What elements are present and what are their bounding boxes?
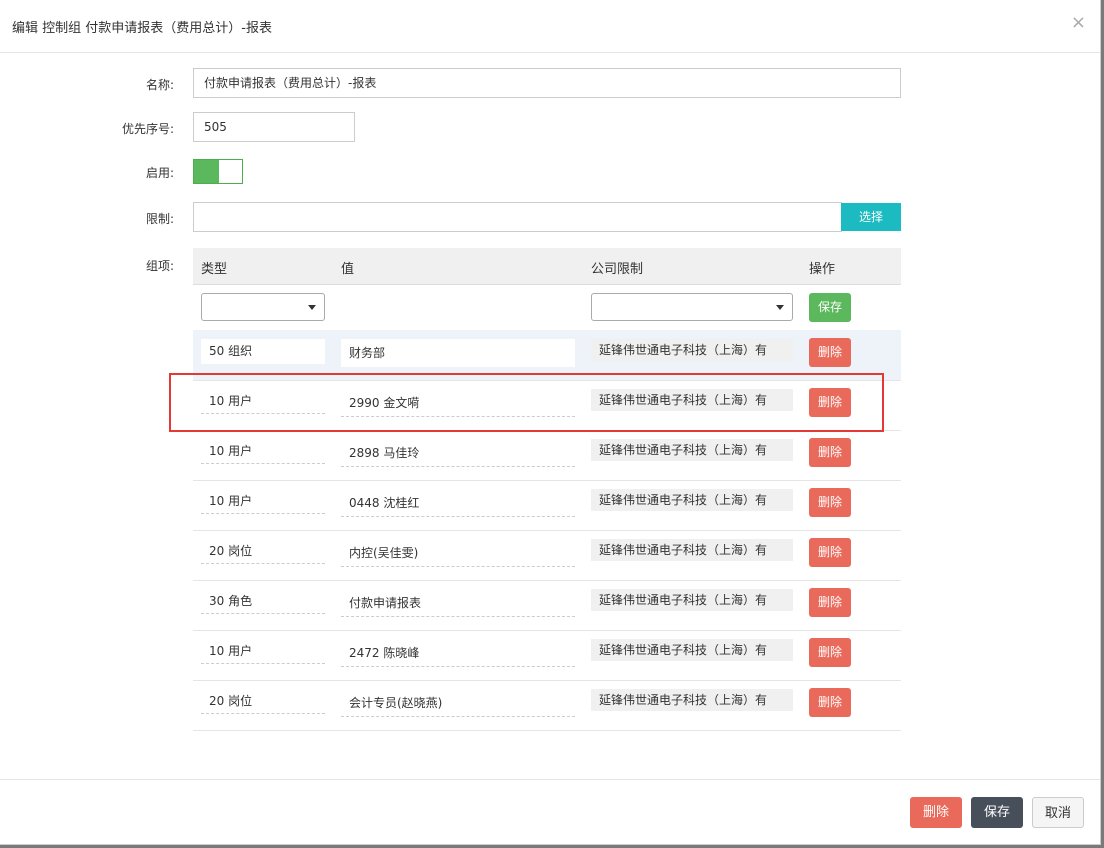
- restrict-label: 限制:: [145, 212, 174, 226]
- table-row: 10 用户 2472 陈晓峰 延锋伟世通电子科技（上海）有 删除: [193, 630, 901, 681]
- row-type[interactable]: 20 岗位: [201, 689, 325, 714]
- dialog-header: 编辑 控制组 付款申请报表（费用总计）-报表 ×: [0, 0, 1100, 53]
- delete-row-button[interactable]: 删除: [809, 338, 851, 367]
- delete-row-button[interactable]: 删除: [809, 638, 851, 667]
- new-row-save-button[interactable]: 保存: [809, 293, 851, 322]
- toggle-on-fill: [194, 160, 219, 183]
- priority-label: 优先序号:: [121, 122, 174, 136]
- new-type-select[interactable]: [201, 293, 325, 321]
- row-company[interactable]: 延锋伟世通电子科技（上海）有: [591, 589, 793, 611]
- row-value[interactable]: 0448 沈桂红: [341, 489, 575, 517]
- dialog-title: 编辑 控制组 付款申请报表（费用总计）-报表: [12, 21, 272, 36]
- row-company[interactable]: 延锋伟世通电子科技（上海）有: [591, 639, 793, 661]
- row-value[interactable]: 内控(吴佳雯): [341, 539, 575, 567]
- row-type[interactable]: 10 用户: [201, 639, 325, 664]
- enabled-label: 启用:: [145, 166, 174, 180]
- delete-row-button[interactable]: 删除: [809, 488, 851, 517]
- priority-field[interactable]: 505: [193, 112, 355, 142]
- table-row: 20 岗位 会计专员(赵晓燕) 延锋伟世通电子科技（上海）有 删除: [193, 680, 901, 731]
- items-label: 组项:: [145, 259, 174, 273]
- row-type[interactable]: 10 用户: [201, 439, 325, 464]
- chevron-down-icon: [776, 305, 784, 310]
- cancel-button[interactable]: 取消: [1032, 797, 1084, 828]
- row-company[interactable]: 延锋伟世通电子科技（上海）有: [591, 489, 793, 511]
- row-value[interactable]: 财务部: [341, 339, 575, 367]
- select-button[interactable]: 选择: [841, 203, 901, 231]
- restrict-field[interactable]: [193, 202, 842, 232]
- dialog-footer: 删除 保存 取消: [0, 779, 1100, 845]
- row-type[interactable]: 20 岗位: [201, 539, 325, 564]
- row-value[interactable]: 2472 陈晓峰: [341, 639, 575, 667]
- delete-row-button[interactable]: 删除: [809, 438, 851, 467]
- row-type[interactable]: 10 用户: [201, 489, 325, 514]
- name-label: 名称:: [145, 78, 174, 92]
- table-row: 10 用户 0448 沈桂红 延锋伟世通电子科技（上海）有 删除: [193, 480, 901, 531]
- row-company[interactable]: 延锋伟世通电子科技（上海）有: [591, 689, 793, 711]
- row-value[interactable]: 2898 马佳玲: [341, 439, 575, 467]
- delete-row-button[interactable]: 删除: [809, 538, 851, 567]
- chevron-down-icon: [308, 305, 316, 310]
- new-company-select[interactable]: [591, 293, 793, 321]
- delete-button[interactable]: 删除: [910, 797, 962, 828]
- table-row: 10 用户 2898 马佳玲 延锋伟世通电子科技（上海）有 删除: [193, 430, 901, 481]
- highlight-box: [169, 373, 884, 432]
- row-value[interactable]: 付款申请报表: [341, 589, 575, 617]
- header-value: 值: [341, 262, 355, 277]
- row-type[interactable]: 30 角色: [201, 589, 325, 614]
- header-type: 类型: [201, 262, 228, 277]
- close-icon[interactable]: ×: [1071, 12, 1086, 33]
- row-company[interactable]: 延锋伟世通电子科技（上海）有: [591, 539, 793, 561]
- name-field[interactable]: 付款申请报表（费用总计）-报表: [193, 68, 901, 98]
- row-type[interactable]: 50 组织: [201, 339, 325, 364]
- table-row: 20 岗位 内控(吴佳雯) 延锋伟世通电子科技（上海）有 删除: [193, 530, 901, 581]
- row-company[interactable]: 延锋伟世通电子科技（上海）有: [591, 339, 793, 361]
- delete-row-button[interactable]: 删除: [809, 688, 851, 717]
- header-company: 公司限制: [591, 262, 644, 277]
- grid-header: 类型 值 公司限制 操作: [193, 248, 901, 285]
- delete-row-button[interactable]: 删除: [809, 588, 851, 617]
- row-value[interactable]: 会计专员(赵晓燕): [341, 689, 575, 717]
- enabled-toggle[interactable]: [193, 159, 243, 184]
- save-button[interactable]: 保存: [971, 797, 1023, 828]
- edit-control-group-dialog: 编辑 控制组 付款申请报表（费用总计）-报表 × 名称: 付款申请报表（费用总计…: [0, 0, 1101, 845]
- header-action: 操作: [809, 262, 836, 277]
- table-row: 30 角色 付款申请报表 延锋伟世通电子科技（上海）有 删除: [193, 580, 901, 631]
- toggle-knob: [219, 160, 242, 183]
- row-company[interactable]: 延锋伟世通电子科技（上海）有: [591, 439, 793, 461]
